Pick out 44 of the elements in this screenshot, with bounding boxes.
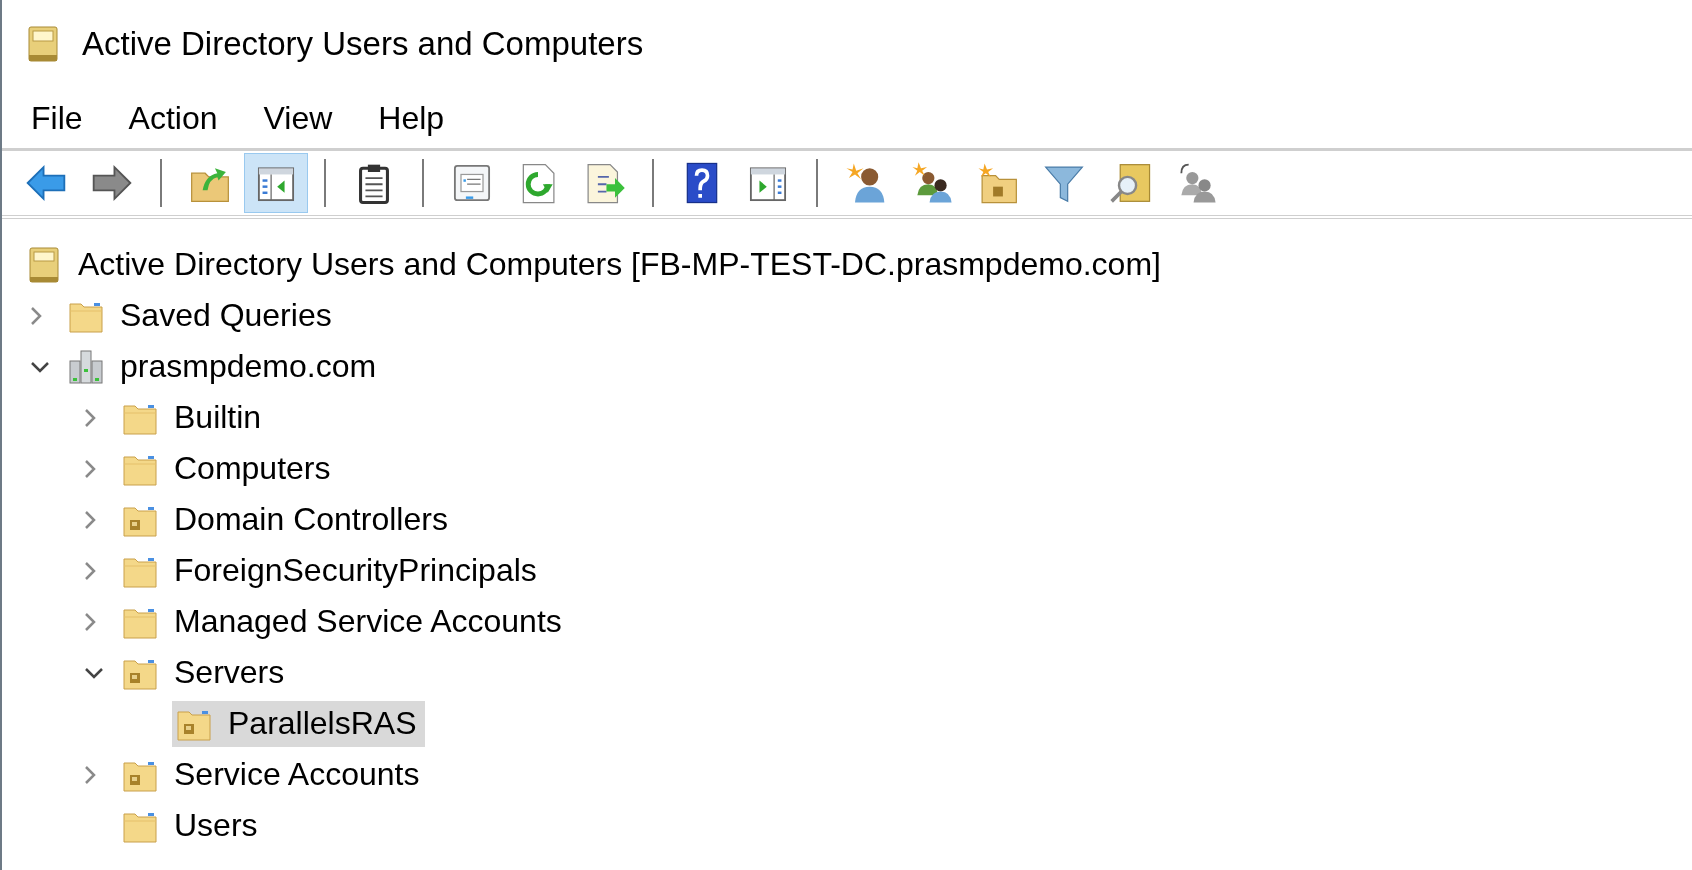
tree-item-label: Domain Controllers [174, 501, 448, 538]
tree-item[interactable]: Service Accounts [118, 751, 428, 798]
menu-item[interactable]: Help [378, 95, 445, 141]
expand-chevron-icon[interactable] [30, 305, 42, 326]
tree-item-label: Computers [174, 450, 331, 487]
tree-item-label: Builtin [174, 399, 262, 436]
window-title: Active Directory Users and Computers [82, 25, 644, 63]
collapse-chevron-icon[interactable] [84, 666, 104, 679]
tree-item-label: prasmpdemo.com [120, 348, 377, 385]
expand-chevron-icon[interactable] [84, 560, 96, 581]
tree-item-label: ForeignSecurityPrincipals [174, 552, 537, 589]
menu-item[interactable]: View [263, 95, 333, 141]
find-icon [1108, 161, 1152, 205]
tree-item[interactable]: Active Directory Users and Computers [FB-MP-TEST-DC.prasmpdemo.com] [22, 241, 1169, 288]
tree-item-label: Active Directory Users and Computers [FB-MP-TEST-DC.prasmpdemo.com] [78, 246, 1161, 283]
tree-item[interactable]: Computers [118, 445, 339, 492]
console-icon [28, 26, 58, 62]
tree-item[interactable]: Servers [118, 649, 293, 696]
menu-item[interactable]: File [31, 95, 83, 141]
menu-item[interactable]: Action [128, 95, 218, 141]
expand-chevron-icon[interactable] [84, 611, 96, 632]
tree-item[interactable]: ParallelsRAS [172, 700, 425, 747]
tree-item[interactable]: prasmpdemo.com [64, 343, 385, 390]
tree-item-label: Managed Service Accounts [174, 603, 562, 640]
tree-item-label: Users [174, 807, 258, 844]
expand-chevron-icon[interactable] [84, 407, 96, 428]
tree-item-label: Saved Queries [120, 297, 332, 334]
server-icon [68, 348, 104, 385]
console-tree-button[interactable] [244, 153, 308, 213]
tree-item[interactable]: Domain Controllers [118, 496, 456, 543]
collapse-chevron-icon[interactable] [30, 360, 50, 373]
console-icon [26, 246, 62, 283]
tree-item[interactable]: Builtin [118, 394, 270, 441]
tree-item-label: Servers [174, 654, 285, 691]
tree-item-label: Service Accounts [174, 756, 420, 793]
tree-item-label: ParallelsRAS [228, 705, 417, 742]
expand-chevron-icon[interactable] [84, 764, 96, 785]
tree-item[interactable]: ForeignSecurityPrincipals [118, 547, 545, 594]
tree-item[interactable]: Managed Service Accounts [118, 598, 570, 645]
tree-item[interactable]: Users [118, 802, 266, 849]
expand-chevron-icon[interactable] [84, 458, 96, 479]
expand-chevron-icon[interactable] [84, 509, 96, 530]
new-group-icon [910, 161, 954, 205]
tree-item[interactable]: Saved Queries [64, 292, 340, 339]
